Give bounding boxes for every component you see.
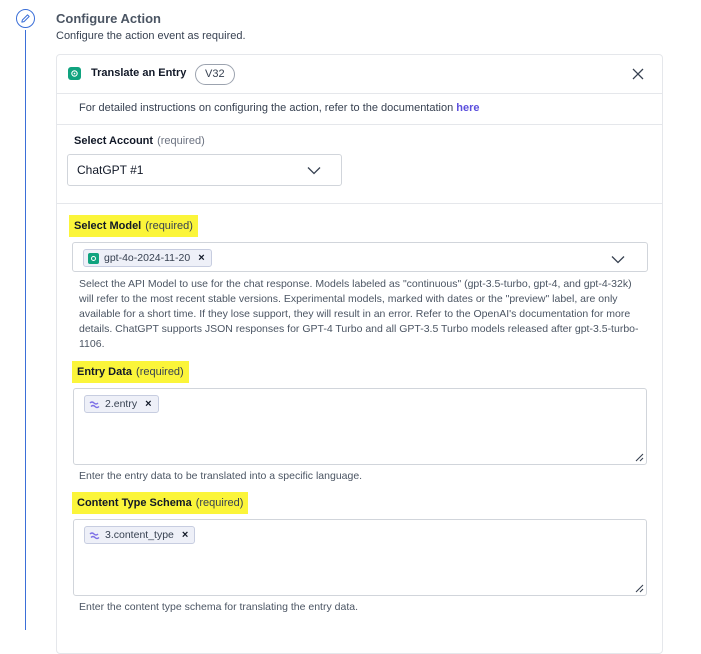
- entry-data-label: Entry Data (required): [72, 361, 189, 383]
- account-select[interactable]: ChatGPT #1: [67, 154, 342, 186]
- model-select[interactable]: gpt-4o-2024-11-20 ×: [72, 242, 648, 272]
- required-indicator: (required): [145, 220, 193, 232]
- entry-data-tag-label: 2.entry: [105, 398, 138, 410]
- resize-handle-icon[interactable]: [634, 583, 644, 593]
- timeline-line: [25, 30, 26, 630]
- documentation-note: For detailed instructions on configuring…: [57, 94, 662, 125]
- remove-tag-icon[interactable]: ×: [145, 398, 151, 410]
- action-card: Translate an Entry V32 For detailed inst…: [56, 54, 663, 654]
- entry-data-tag: 2.entry ×: [84, 395, 159, 413]
- card-title: Translate an Entry: [91, 67, 187, 79]
- model-tag: gpt-4o-2024-11-20 ×: [83, 249, 212, 267]
- required-indicator: (required): [195, 497, 244, 509]
- remove-tag-icon[interactable]: ×: [198, 252, 204, 264]
- required-indicator: (required): [157, 135, 205, 147]
- entry-data-label-text: Entry Data: [77, 366, 133, 378]
- select-account-label: Select Account (required): [74, 135, 205, 147]
- entry-data-field[interactable]: 2.entry ×: [73, 388, 647, 465]
- model-tag-label: gpt-4o-2024-11-20: [104, 252, 191, 264]
- openai-icon: [68, 67, 81, 80]
- documentation-note-text: For detailed instructions on configuring…: [79, 102, 457, 114]
- link-variable-icon: [89, 400, 100, 408]
- section-subtitle: Configure the action event as required.: [56, 30, 246, 42]
- divider: [57, 203, 662, 204]
- content-type-schema-label: Content Type Schema (required): [72, 492, 249, 514]
- account-select-value: ChatGPT #1: [77, 163, 144, 177]
- content-type-schema-field[interactable]: 3.content_type ×: [73, 519, 647, 596]
- remove-tag-icon[interactable]: ×: [182, 529, 188, 541]
- content-type-schema-label-text: Content Type Schema: [77, 497, 192, 509]
- resize-handle-icon[interactable]: [634, 452, 644, 462]
- version-badge[interactable]: V32: [195, 64, 235, 85]
- content-type-schema-tag-label: 3.content_type: [105, 529, 174, 541]
- close-icon[interactable]: [630, 66, 646, 82]
- entry-data-help: Enter the entry data to be translated in…: [79, 470, 363, 482]
- select-model-label-text: Select Model: [74, 220, 142, 232]
- content-type-schema-tag: 3.content_type ×: [84, 526, 196, 544]
- section-title: Configure Action: [56, 11, 161, 26]
- chevron-down-icon: [307, 167, 321, 175]
- select-model-label: Select Model (required): [69, 215, 198, 237]
- chevron-down-icon: [611, 256, 625, 264]
- select-model-help: Select the API Model to use for the chat…: [79, 278, 639, 350]
- select-account-label-text: Select Account: [74, 135, 154, 147]
- pencil-icon: [16, 9, 35, 28]
- content-type-schema-help: Enter the content type schema for transl…: [79, 601, 358, 613]
- required-indicator: (required): [136, 366, 184, 378]
- openai-icon: [88, 252, 99, 264]
- card-header: Translate an Entry V32: [57, 55, 662, 94]
- link-variable-icon: [89, 531, 100, 539]
- documentation-link[interactable]: here: [456, 102, 479, 114]
